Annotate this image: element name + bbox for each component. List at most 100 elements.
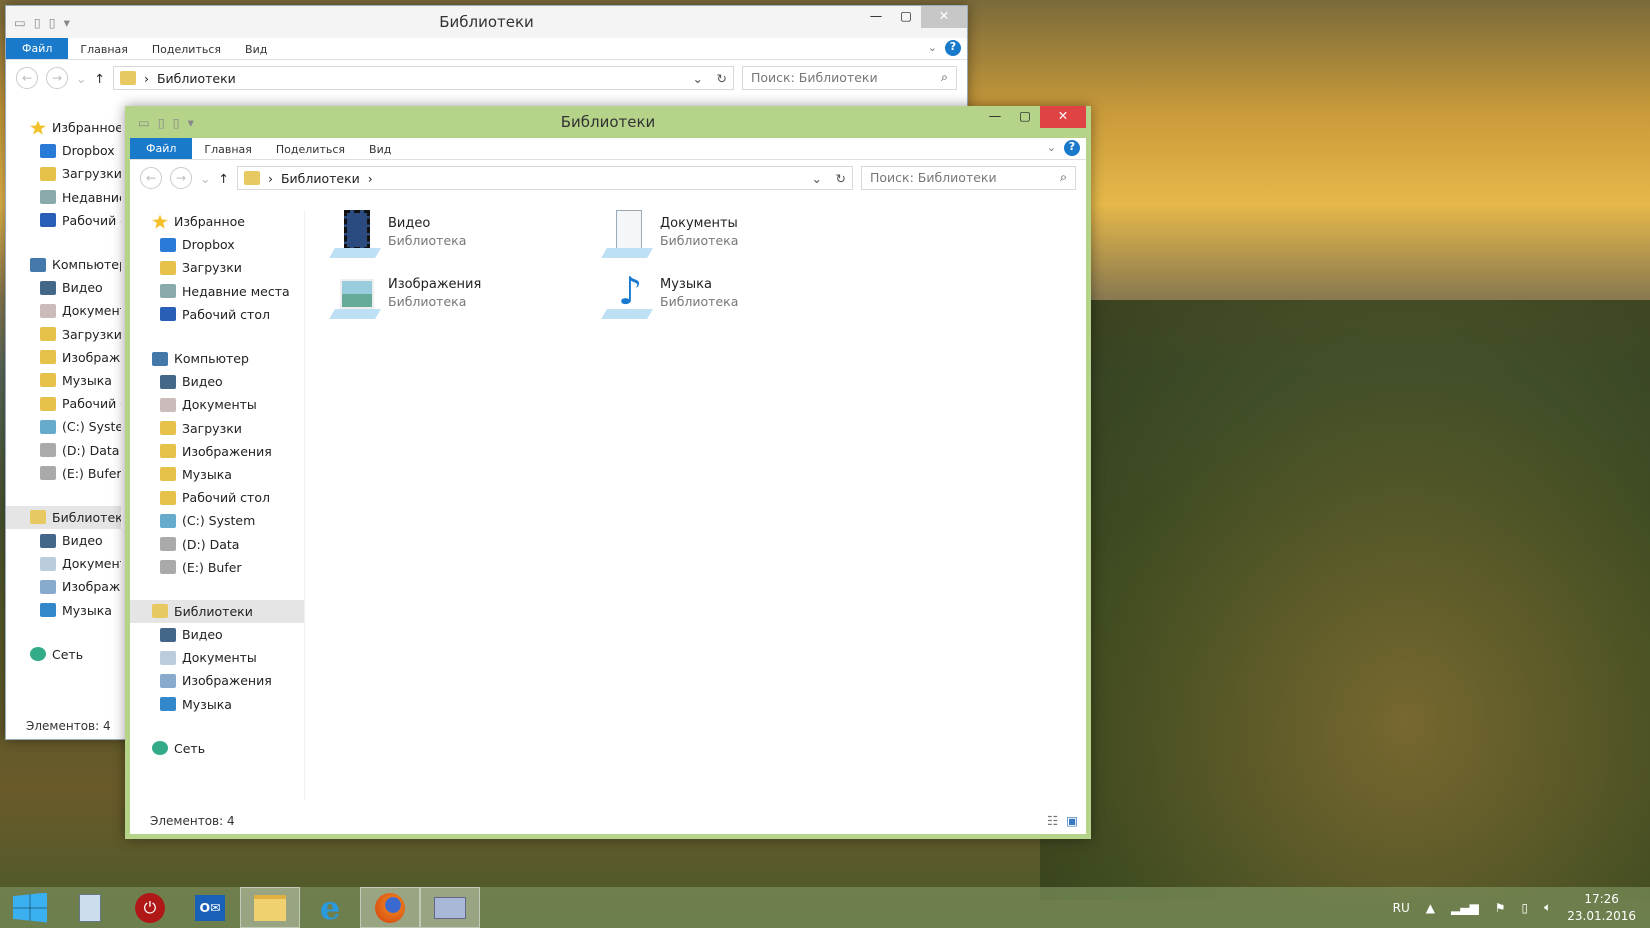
library-item-pictures[interactable]: Изображения Библиотека (329, 271, 590, 327)
tree-item[interactable]: (D:) Data (130, 532, 304, 555)
tree-item[interactable]: (C:) System (130, 509, 304, 532)
help-button[interactable]: ? (945, 40, 961, 56)
tab-share[interactable]: Поделиться (140, 38, 233, 59)
expand-ribbon-icon[interactable]: ⌄ (928, 41, 937, 54)
properties-icon[interactable]: ▯ (34, 15, 41, 30)
search-input[interactable]: Поиск: Библиотеки ⌕ (742, 66, 957, 90)
recent-dropdown-icon[interactable]: ⌄ (76, 71, 86, 86)
tree-item[interactable]: (E:) Bufer (130, 556, 304, 579)
tree-item[interactable]: Документы (6, 299, 121, 322)
taskbar-file-explorer[interactable] (240, 887, 300, 928)
customize-icon[interactable]: ▾ (64, 15, 70, 30)
close-button[interactable]: ✕ (921, 6, 967, 28)
tree-item[interactable]: Музыка (130, 693, 304, 716)
tree-item[interactable]: Загрузки (6, 323, 121, 346)
new-folder-icon[interactable]: ▯ (173, 115, 180, 130)
tree-item[interactable]: Загрузки (130, 417, 304, 440)
explorer-window-front[interactable]: ▭ ▯ ▯ ▾ Библиотеки — ▢ ✕ Файл Главная Поделит… (125, 106, 1091, 839)
tree-item[interactable]: Музыка (130, 463, 304, 486)
library-item-music[interactable]: ♪ Музыка Библиотека (601, 271, 862, 327)
new-folder-icon[interactable]: ▯ (49, 15, 56, 30)
tree-item[interactable]: Видео (6, 529, 121, 552)
search-icon[interactable]: ⌕ (1060, 169, 1067, 185)
taskbar-firefox[interactable] (360, 887, 420, 928)
tab-share[interactable]: Поделиться (264, 138, 357, 159)
tree-item[interactable]: Видео (6, 276, 121, 299)
language-indicator[interactable]: RU (1393, 901, 1410, 915)
tree-item[interactable]: Недавние места (6, 186, 121, 209)
action-center-flag-icon[interactable]: ⚑ (1495, 901, 1506, 915)
tree-item[interactable]: Рабочий стол (6, 392, 121, 415)
navigation-pane[interactable]: Избранное Dropbox Загрузки Недавние мест… (130, 210, 305, 800)
tree-item[interactable]: Изображения (130, 669, 304, 692)
up-button[interactable]: ↑ (218, 171, 228, 186)
library-item-documents[interactable]: Документы Библиотека (601, 210, 862, 266)
tree-computer[interactable]: Компьютер (130, 347, 304, 370)
tree-item[interactable]: Рабочий стол (130, 303, 304, 326)
volume-icon[interactable]: 🔈︎ (1544, 900, 1551, 915)
taskbar-internet-explorer[interactable]: e (300, 887, 360, 928)
tree-item[interactable]: Музыка (6, 369, 121, 392)
tab-view[interactable]: Вид (233, 38, 279, 59)
tree-item[interactable]: Видео (130, 623, 304, 646)
large-icons-view-icon[interactable]: ▣ (1066, 813, 1078, 828)
clock[interactable]: 17:26 23.01.2016 (1567, 891, 1636, 925)
tree-item[interactable]: (D:) Data (6, 438, 121, 461)
customize-icon[interactable]: ▾ (188, 115, 194, 130)
search-icon[interactable]: ⌕ (941, 69, 948, 85)
tab-file[interactable]: Файл (6, 38, 69, 59)
tree-item[interactable]: Рабочий стол (6, 209, 121, 232)
tree-item[interactable]: Рабочий стол (130, 486, 304, 509)
tree-computer[interactable]: Компьютер (6, 253, 121, 276)
title-bar[interactable]: ▭ ▯ ▯ ▾ Библиотеки — ▢ ✕ (130, 106, 1086, 138)
start-button[interactable] (0, 887, 60, 928)
forward-button[interactable]: → (170, 167, 192, 189)
tree-favorites[interactable]: Избранное (130, 210, 304, 233)
minimize-button[interactable]: — (861, 6, 891, 28)
tree-item[interactable]: Загрузки (130, 256, 304, 279)
search-input[interactable]: Поиск: Библиотеки ⌕ (861, 166, 1076, 190)
expand-ribbon-icon[interactable]: ⌄ (1047, 141, 1056, 154)
tab-view[interactable]: Вид (357, 138, 403, 159)
address-dropdown-icon[interactable]: ⌄ (812, 171, 822, 186)
tree-network[interactable]: Сеть (130, 737, 304, 760)
help-button[interactable]: ? (1064, 140, 1080, 156)
tab-file[interactable]: Файл (130, 138, 193, 159)
tree-item[interactable]: Документы (130, 393, 304, 416)
tree-item[interactable]: (C:) System (6, 415, 121, 438)
details-view-icon[interactable]: ☷ (1047, 813, 1058, 828)
tree-item[interactable]: Документы (6, 552, 121, 575)
recent-dropdown-icon[interactable]: ⌄ (200, 171, 210, 186)
tab-home[interactable]: Главная (192, 138, 264, 159)
forward-button[interactable]: → (46, 67, 68, 89)
close-button[interactable]: ✕ (1040, 106, 1086, 128)
tree-item[interactable]: Изображения (6, 346, 121, 369)
tree-item[interactable]: Недавние места (130, 280, 304, 303)
quick-access-toolbar[interactable]: ▭ ▯ ▯ ▾ (130, 115, 194, 130)
maximize-button[interactable]: ▢ (891, 6, 921, 28)
address-bar[interactable]: › Библиотеки ⌄ ↻ (112, 66, 734, 90)
back-button[interactable]: ← (16, 67, 38, 89)
tree-favorites[interactable]: Избранное (6, 116, 121, 139)
title-bar[interactable]: ▭ ▯ ▯ ▾ Библиотеки — ▢ ✕ (6, 6, 967, 38)
properties-icon[interactable]: ▯ (158, 115, 165, 130)
address-dropdown-icon[interactable]: ⌄ (693, 71, 703, 86)
up-button[interactable]: ↑ (94, 71, 104, 86)
refresh-icon[interactable]: ↻ (717, 71, 727, 86)
tree-libraries[interactable]: Библиотеки (130, 599, 304, 623)
minimize-button[interactable]: — (980, 106, 1010, 128)
tree-item[interactable]: (E:) Bufer (6, 462, 121, 485)
network-signal-icon[interactable]: ▂▄▆ (1451, 901, 1479, 915)
taskbar-outlook[interactable]: O✉ (180, 887, 240, 928)
tree-libraries[interactable]: Библиотеки (6, 505, 121, 529)
show-hidden-icons-icon[interactable]: ▲ (1426, 901, 1435, 915)
tree-item[interactable]: Музыка (6, 599, 121, 622)
tree-item[interactable]: Документы (130, 646, 304, 669)
tree-item[interactable]: Загрузки (6, 162, 121, 185)
breadcrumb[interactable]: Библиотеки (157, 71, 236, 86)
navigation-pane[interactable]: Избранное Dropbox Загрузки Недавние мест… (6, 116, 121, 666)
address-bar[interactable]: › Библиотеки › ⌄ ↻ (236, 166, 853, 190)
quick-access-toolbar[interactable]: ▭ ▯ ▯ ▾ (6, 15, 70, 30)
breadcrumb[interactable]: Библиотеки (281, 171, 360, 186)
taskbar-shutdown[interactable]: ⏻ (120, 887, 180, 928)
